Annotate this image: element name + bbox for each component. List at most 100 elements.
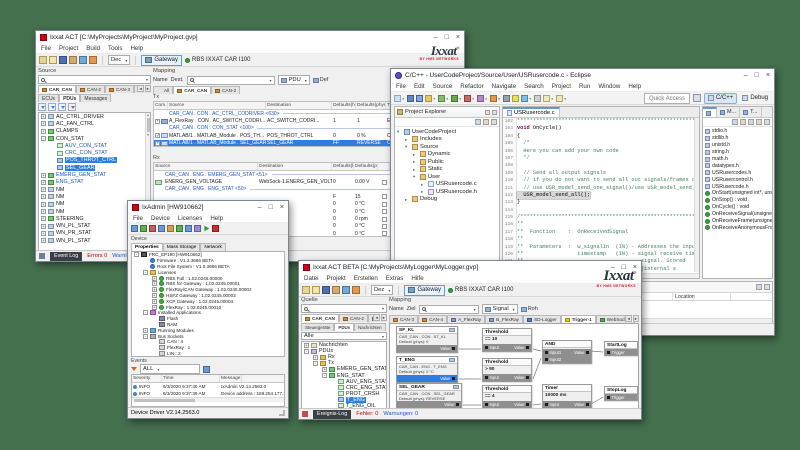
new-project-icon[interactable] (302, 286, 310, 294)
column-header[interactable]: Severity (132, 375, 162, 382)
event-row[interactable]: INFO 6/3/2020 9:37:39 AM Device address … (132, 390, 284, 397)
hide-static-icon[interactable] (748, 119, 754, 125)
tree-item[interactable]: NM (39, 186, 145, 193)
event-log-tab[interactable]: Event Log (50, 252, 82, 261)
expander-icon[interactable] (41, 136, 46, 141)
column-header[interactable] (378, 163, 390, 170)
start-icon[interactable] (203, 225, 210, 232)
bus-tab[interactable]: CAN-3 (105, 85, 134, 93)
expander-icon[interactable] (152, 305, 157, 310)
warnings-count[interactable]: Warnungen: 0 (383, 411, 418, 417)
outline-item[interactable]: unistd.h (703, 142, 772, 149)
block-sf-kl[interactable]: SF_KL CAR_CAN . CON . ST_KL Default (phy… (396, 326, 458, 353)
errors-count[interactable]: Errors 0 (87, 253, 107, 259)
block-threshold-1[interactable]: Threshold == 10 InputValue (482, 328, 532, 352)
mapping-tab[interactable]: CAN-2 (211, 86, 240, 94)
mapping-tab[interactable]: Trigger-1 (561, 315, 596, 323)
save-icon[interactable] (322, 286, 330, 294)
code-line[interactable]: 103void OnCycle() (503, 125, 699, 132)
filter-unmapped-icon[interactable] (58, 103, 66, 111)
block-threshold-2[interactable]: Threshold > 90 InputValue (482, 358, 532, 382)
errors-count[interactable]: Fehler: 0 (356, 411, 378, 417)
menu-item[interactable]: Help (628, 83, 641, 90)
expander-icon[interactable] (41, 129, 46, 134)
maximize-button[interactable]: □ (755, 72, 759, 79)
tab-scroll-right-icon[interactable]: ▸ (145, 85, 151, 92)
explorer-item[interactable]: USRusercode.c (395, 181, 499, 189)
menu-item[interactable]: File (396, 83, 406, 90)
expander-icon[interactable] (322, 373, 327, 378)
mapping-tab[interactable]: CAN-3 (389, 315, 418, 323)
hide-non-public-icon[interactable] (756, 119, 762, 125)
row-checkbox[interactable] (382, 231, 387, 236)
expander-icon[interactable] (143, 310, 148, 315)
block-stoplog[interactable]: StopLog Trigger (604, 386, 638, 401)
expander-icon[interactable] (143, 334, 148, 339)
code-line[interactable]: 110 // if you do not want to send all ou… (503, 177, 699, 184)
save-icon[interactable] (407, 95, 414, 102)
explorer-item[interactable]: Debug (395, 196, 499, 204)
import-icon[interactable] (79, 56, 87, 64)
code-line[interactable]: 118** (503, 236, 699, 243)
column-header[interactable]: Defaults(phys) (354, 163, 378, 170)
events-hscrollbar[interactable] (132, 397, 284, 402)
mapping-tab[interactable]: All (153, 86, 173, 94)
maximize-view-icon[interactable] (764, 284, 770, 290)
menu-item[interactable]: Tools (108, 45, 122, 52)
tree-item[interactable]: AC_FAN_CTRL (39, 120, 145, 127)
copy-log-icon[interactable] (203, 366, 210, 373)
severity-filter-select[interactable]: ALL▾ (140, 364, 200, 374)
expander-icon[interactable] (134, 252, 139, 257)
expand-arrow-icon[interactable] (413, 151, 418, 158)
collapse-all-icon[interactable] (475, 119, 481, 125)
outline-item[interactable]: string.h (703, 149, 772, 156)
input-port-icon[interactable] (545, 351, 548, 354)
open-perspective-icon[interactable] (693, 94, 701, 102)
code-line[interactable]: 113} (503, 199, 699, 206)
outline-item[interactable]: USRusercontrol.h (703, 176, 772, 183)
expander-icon[interactable] (41, 224, 46, 229)
make-target-tab[interactable]: M... (717, 107, 740, 117)
mapping-tab[interactable]: CAR_CAN (173, 86, 211, 94)
bus-tab[interactable]: CAR_CAN (301, 314, 339, 322)
maximize-button[interactable]: □ (269, 204, 273, 211)
network-settings-icon[interactable] (185, 225, 192, 232)
explorer-item[interactable]: Dynamic (395, 151, 499, 159)
menu-item[interactable]: Source (433, 83, 453, 90)
code-line[interactable]: 104{ (503, 133, 699, 140)
minimize-button[interactable]: – (744, 72, 748, 79)
outline-item[interactable]: datatypes.h (703, 162, 772, 169)
mapping-search-input[interactable]: ▾ (419, 305, 479, 314)
menu-item[interactable]: Search (524, 83, 544, 90)
code-line[interactable]: 102*************************************… (503, 118, 699, 125)
expander-icon[interactable] (152, 276, 157, 281)
roh-toggle[interactable]: Roh (521, 306, 538, 312)
minimize-button[interactable]: – (434, 34, 438, 41)
column-header[interactable]: Defaults(phys) (356, 102, 386, 109)
device-tab[interactable]: Mass Storage (163, 243, 201, 251)
mapping-tab[interactable]: A_FlexRay (447, 315, 485, 323)
new-icon[interactable] (394, 95, 401, 102)
menu-item[interactable]: Project (552, 83, 571, 90)
save-icon[interactable] (59, 56, 67, 64)
name-filter-label[interactable]: Name (389, 306, 404, 312)
source-view-tab[interactable]: Messages (80, 94, 111, 102)
output-port-icon[interactable] (456, 403, 459, 406)
expander-icon[interactable] (41, 194, 46, 199)
row-checkbox[interactable] (155, 133, 160, 138)
scan-devices-icon[interactable] (131, 225, 138, 232)
last-edit-icon[interactable] (534, 95, 541, 102)
trigger-canvas[interactable]: SF_KL CAR_CAN . CON . ST_KL Default (phy… (389, 323, 639, 410)
expander-icon[interactable] (143, 270, 148, 275)
expander-icon[interactable] (41, 238, 46, 243)
row-checkbox[interactable] (382, 224, 387, 229)
device-config-icon[interactable] (158, 225, 165, 232)
log-icon[interactable] (194, 225, 201, 232)
bus-tab[interactable]: CAN-2 (339, 314, 368, 322)
install-license-icon[interactable] (176, 225, 183, 232)
titlebar[interactable]: Ixxat ACT BETA [C:\MyProjects\MyLogger\M… (299, 261, 641, 274)
tab-scroll-right-icon[interactable]: ▸ (633, 315, 639, 322)
view-menu-icon[interactable] (491, 119, 497, 125)
output-port-icon[interactable] (526, 346, 529, 349)
close-button[interactable]: × (280, 204, 284, 211)
